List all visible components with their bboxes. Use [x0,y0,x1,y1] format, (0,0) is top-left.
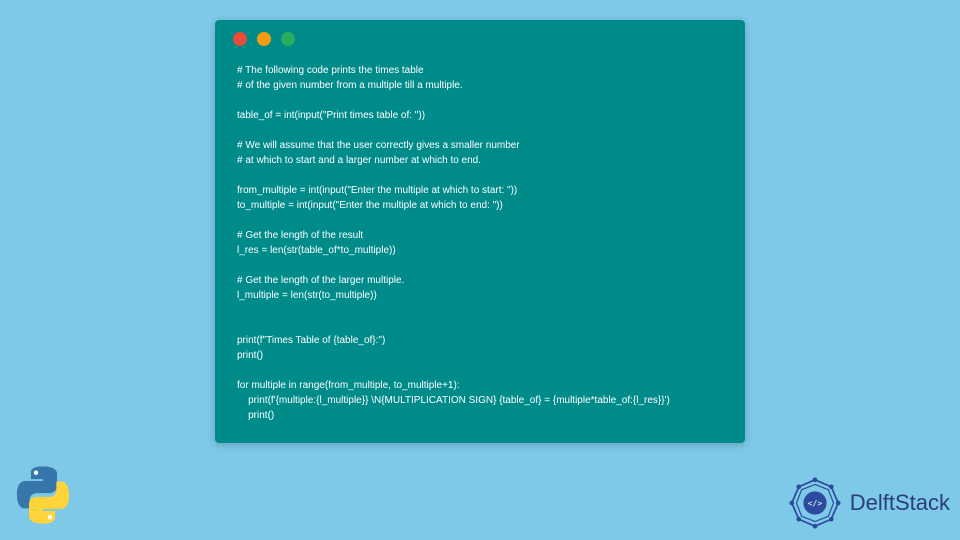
window-maximize-dot [281,32,295,46]
delftstack-icon: </> [786,474,844,532]
delftstack-text: DelftStack [850,490,950,516]
python-logo-icon [8,460,78,530]
code-window: # The following code prints the times ta… [215,20,745,443]
code-content: # The following code prints the times ta… [215,58,745,433]
window-close-dot [233,32,247,46]
window-controls [215,20,745,58]
svg-text:</>: </> [807,498,822,508]
window-minimize-dot [257,32,271,46]
delftstack-logo: </> DelftStack [786,474,950,532]
